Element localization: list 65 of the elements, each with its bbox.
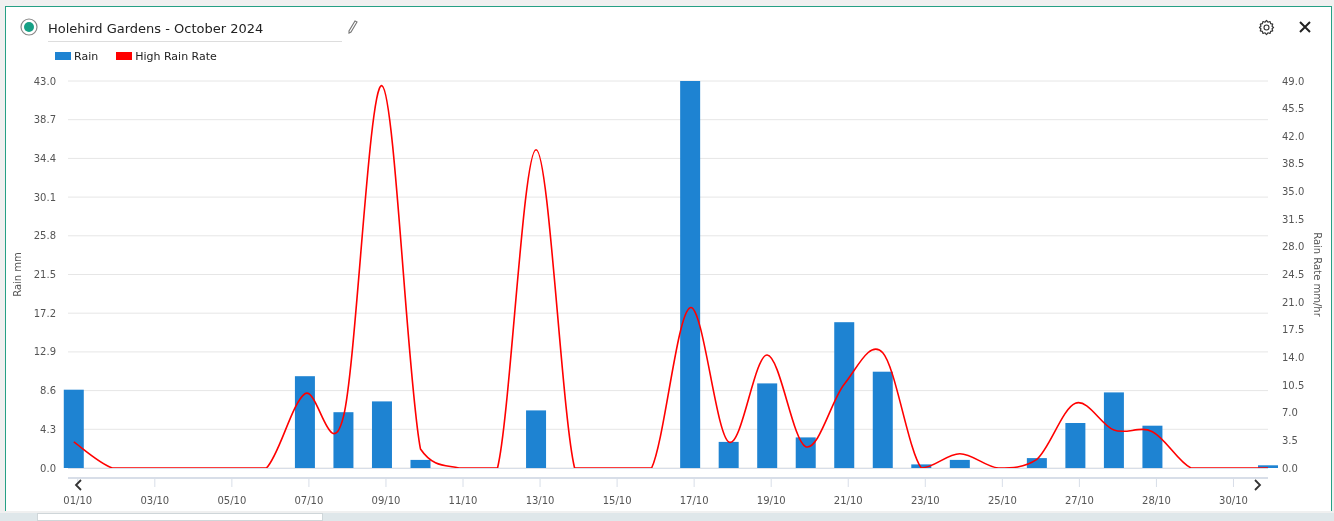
rain-bar	[911, 464, 932, 468]
x-axis-label: 28/10	[1142, 495, 1171, 506]
rain-bar	[371, 401, 392, 468]
y-axis-title: Rain Rate mm/hr	[1312, 232, 1323, 317]
x-axis-label: 11/10	[448, 495, 478, 506]
y-axis-label: 7.0	[1282, 407, 1298, 419]
scroll-left-icon[interactable]	[74, 479, 82, 491]
settings-icon[interactable]	[1258, 18, 1275, 36]
y-axis-label: 28.0	[1282, 241, 1305, 253]
x-axis-label: 01/10	[63, 495, 93, 506]
x-axis-label: 19/10	[756, 495, 786, 506]
rain-bar	[526, 410, 547, 468]
y-axis-label: 38.7	[33, 114, 56, 126]
y-axis-label: 14.0	[1282, 351, 1305, 363]
rain-bar	[410, 459, 431, 468]
x-axis-label: 15/10	[602, 495, 632, 506]
rain-bar	[333, 412, 354, 468]
y-axis-label: 35.0	[1282, 186, 1305, 198]
pencil-icon[interactable]	[348, 20, 358, 34]
rain-bar	[949, 459, 970, 468]
y-axis-label: 0.0	[40, 462, 56, 474]
chart-title[interactable]: Holehird Gardens - October 2024	[48, 16, 342, 42]
y-axis-title: Rain mm	[12, 252, 23, 297]
y-axis-label: 43.0	[33, 75, 56, 87]
x-axis-label: 23/10	[910, 495, 940, 506]
x-axis-label: 07/10	[294, 495, 324, 506]
y-axis-label: 17.5	[1282, 324, 1305, 336]
y-axis-label: 4.3	[40, 423, 56, 435]
y-axis-label: 21.0	[1282, 296, 1305, 308]
y-axis-label: 38.5	[1282, 158, 1305, 170]
y-axis-label: 42.0	[1282, 130, 1305, 142]
y-axis-label: 21.5	[33, 269, 56, 280]
y-axis-label: 12.9	[33, 346, 56, 358]
y-axis-label: 0.0	[1282, 462, 1298, 474]
y-axis-label: 34.4	[33, 152, 56, 164]
x-axis-label: 03/10	[140, 495, 170, 506]
close-icon[interactable]	[1299, 21, 1311, 33]
x-axis-label: 13/10	[525, 495, 555, 506]
scroll-right-icon[interactable]	[1254, 479, 1262, 491]
x-axis-label: 30/10	[1219, 495, 1248, 506]
y-axis-label: 24.5	[1282, 269, 1305, 280]
x-axis-label: 09/10	[371, 495, 401, 506]
x-axis-label: 27/10	[1064, 495, 1094, 506]
x-axis-label: 21/10	[833, 495, 863, 506]
x-axis-label: 17/10	[679, 495, 709, 506]
legend-item[interactable]: High Rain Rate	[116, 49, 217, 63]
y-axis-label: 31.5	[1282, 213, 1305, 225]
x-axis-label: 05/10	[217, 495, 247, 506]
y-axis-label: 3.5	[1282, 434, 1298, 446]
status-radio-icon[interactable]	[20, 18, 38, 36]
y-axis-label: 30.1	[33, 191, 56, 203]
rain-bar	[718, 441, 739, 468]
rain-bar	[1142, 425, 1163, 468]
y-axis-label: 45.5	[1282, 103, 1305, 115]
rain-bar	[795, 437, 816, 468]
y-axis-label: 8.6	[40, 385, 56, 397]
y-axis-label: 25.8	[33, 230, 56, 242]
y-axis-label: 17.2	[33, 307, 56, 319]
rain-bar	[1026, 458, 1047, 468]
x-axis-label: 25/10	[987, 495, 1017, 506]
rain-bar	[1258, 465, 1278, 468]
y-axis-label: 10.5	[1282, 379, 1305, 391]
y-axis-label: 49.0	[1282, 75, 1305, 87]
rain-bar	[1065, 423, 1086, 468]
legend-item[interactable]: Rain	[55, 49, 99, 63]
